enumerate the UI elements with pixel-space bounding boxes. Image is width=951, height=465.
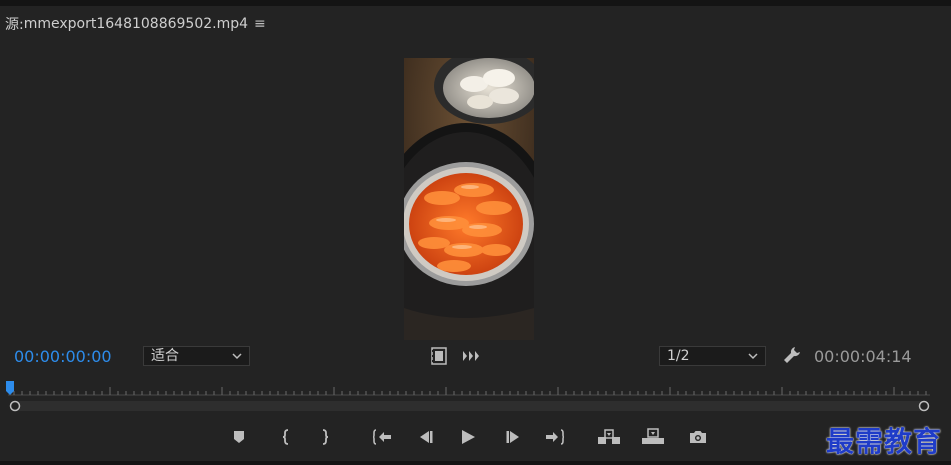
play-icon[interactable]	[458, 427, 478, 447]
step-back-icon[interactable]	[415, 428, 435, 446]
source-tab-prefix: 源:	[5, 17, 24, 33]
panel-top-border	[0, 0, 951, 6]
resolution-select-value: 1/2	[667, 348, 690, 364]
duration-timecode: 00:00:04:14	[814, 347, 912, 366]
hamburger-icon[interactable]: ≡	[254, 16, 266, 32]
zoom-scrollbar[interactable]	[14, 401, 924, 411]
current-timecode[interactable]: 00:00:00:00	[14, 347, 112, 366]
panel-bottom-border	[0, 461, 951, 465]
drag-audio-only-icon[interactable]	[461, 347, 481, 365]
scrollbar-left-handle[interactable]	[9, 400, 21, 412]
source-panel-header: 源: mmexport1648108869502.mp4 ≡	[5, 14, 266, 34]
chevron-down-icon	[747, 349, 759, 367]
scrollbar-right-handle[interactable]	[918, 400, 930, 412]
video-preview	[404, 58, 534, 340]
mark-out-icon[interactable]	[318, 428, 332, 446]
transport-controls	[0, 424, 951, 450]
video-frame-image	[404, 58, 534, 340]
drag-video-only-icon[interactable]	[430, 347, 448, 365]
watermark-logo: 最需教育	[826, 425, 943, 458]
step-forward-icon[interactable]	[504, 428, 524, 446]
go-to-in-icon[interactable]	[371, 428, 393, 446]
insert-icon[interactable]	[596, 427, 622, 447]
chevron-down-icon	[231, 349, 243, 367]
time-ruler[interactable]	[8, 380, 930, 402]
wrench-icon[interactable]	[782, 345, 802, 365]
mark-in-icon[interactable]	[279, 428, 293, 446]
playhead[interactable]	[5, 380, 15, 396]
zoom-select[interactable]: 适合	[143, 346, 250, 366]
overwrite-icon[interactable]	[640, 427, 666, 447]
go-to-out-icon[interactable]	[544, 428, 566, 446]
export-frame-icon[interactable]	[687, 428, 709, 446]
add-marker-icon[interactable]	[231, 428, 247, 446]
clip-name[interactable]: mmexport1648108869502.mp4	[24, 16, 248, 32]
zoom-select-value: 适合	[151, 348, 179, 364]
resolution-select[interactable]: 1/2	[659, 346, 766, 366]
